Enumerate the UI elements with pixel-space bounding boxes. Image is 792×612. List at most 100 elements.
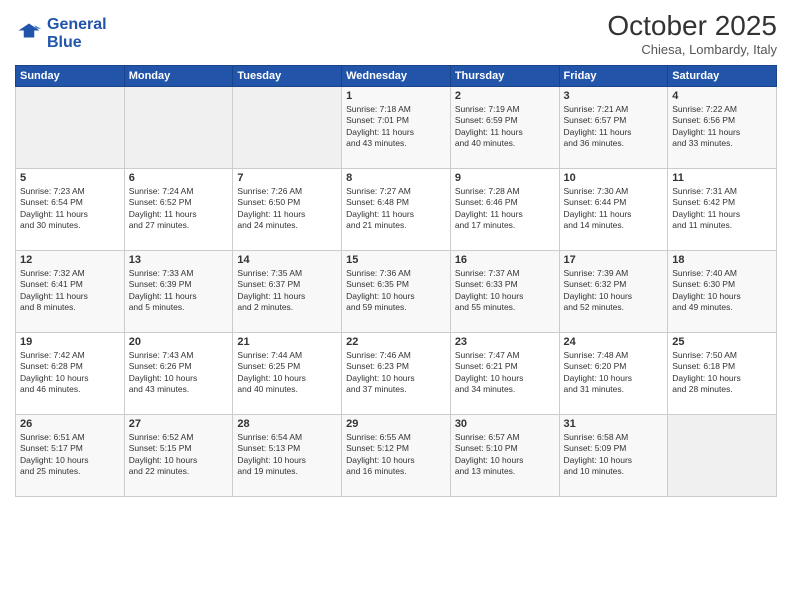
calendar-header-row: Sunday Monday Tuesday Wednesday Thursday…: [16, 66, 777, 87]
calendar-week-row: 5Sunrise: 7:23 AM Sunset: 6:54 PM Daylig…: [16, 169, 777, 251]
calendar-cell: 11 Sunrise: 7:31 AM Sunset: 6:42 PM Dayli…: [668, 169, 777, 251]
calendar-cell: 20 Sunrise: 7:43 AM Sunset: 6:26 PM Dayli…: [124, 333, 233, 415]
day-number: 12: [20, 254, 120, 266]
logo-text: General Blue: [47, 16, 107, 51]
day-number: 17: [564, 254, 664, 266]
day-info: Sunrise: 7:47 AM Sunset: 6:21 PM Dayligh…: [455, 350, 555, 396]
calendar-cell: 4 Sunrise: 7:22 AM Sunset: 6:56 PM Daylig…: [668, 87, 777, 169]
calendar-cell: 12 Sunrise: 7:32 AM Sunset: 6:41 PM Dayli…: [16, 251, 125, 333]
calendar-week-row: 12 Sunrise: 7:32 AM Sunset: 6:41 PM Dayli…: [16, 251, 777, 333]
calendar-cell: 14 Sunrise: 7:35 AM Sunset: 6:37 PM Dayli…: [233, 251, 342, 333]
day-info: Sunrise: 7:35 AM Sunset: 6:37 PM Dayligh…: [237, 268, 337, 314]
calendar-cell: 3 Sunrise: 7:21 AM Sunset: 6:57 PM Daylig…: [559, 87, 668, 169]
day-number: 22: [346, 336, 446, 348]
day-info: Sunrise: 7:30 AM Sunset: 6:44 PM Dayligh…: [564, 186, 664, 232]
col-sunday: Sunday: [16, 66, 125, 87]
day-info: Sunrise: 7:24 AM Sunset: 6:52 PM Dayligh…: [129, 186, 229, 232]
day-number: 10: [564, 172, 664, 184]
day-info: Sunrise: 7:18 AM Sunset: 7:01 PM Dayligh…: [346, 104, 446, 150]
day-info: Sunrise: 7:31 AM Sunset: 6:42 PM Dayligh…: [672, 186, 772, 232]
day-info: Sunrise: 7:28 AM Sunset: 6:46 PM Dayligh…: [455, 186, 555, 232]
calendar-cell: 26Sunrise: 6:51 AM Sunset: 5:17 PM Dayli…: [16, 415, 125, 497]
day-number: 23: [455, 336, 555, 348]
day-info: Sunrise: 7:46 AM Sunset: 6:23 PM Dayligh…: [346, 350, 446, 396]
day-info: Sunrise: 7:40 AM Sunset: 6:30 PM Dayligh…: [672, 268, 772, 314]
day-info: Sunrise: 6:52 AM Sunset: 5:15 PM Dayligh…: [129, 432, 229, 478]
day-info: Sunrise: 6:54 AM Sunset: 5:13 PM Dayligh…: [237, 432, 337, 478]
calendar-cell: 10 Sunrise: 7:30 AM Sunset: 6:44 PM Dayli…: [559, 169, 668, 251]
day-number: 7: [237, 172, 337, 184]
calendar-cell: [668, 415, 777, 497]
col-tuesday: Tuesday: [233, 66, 342, 87]
day-number: 6: [129, 172, 229, 184]
day-info: Sunrise: 6:55 AM Sunset: 5:12 PM Dayligh…: [346, 432, 446, 478]
day-info: Sunrise: 6:57 AM Sunset: 5:10 PM Dayligh…: [455, 432, 555, 478]
month-title: October 2025: [607, 10, 777, 42]
calendar-cell: 21Sunrise: 7:44 AM Sunset: 6:25 PM Dayli…: [233, 333, 342, 415]
calendar-cell: 24Sunrise: 7:48 AM Sunset: 6:20 PM Dayli…: [559, 333, 668, 415]
col-saturday: Saturday: [668, 66, 777, 87]
col-monday: Monday: [124, 66, 233, 87]
logo: General Blue: [15, 16, 107, 51]
day-info: Sunrise: 7:37 AM Sunset: 6:33 PM Dayligh…: [455, 268, 555, 314]
day-number: 31: [564, 418, 664, 430]
day-number: 14: [237, 254, 337, 266]
day-info: Sunrise: 6:51 AM Sunset: 5:17 PM Dayligh…: [20, 432, 120, 478]
calendar-cell: 18 Sunrise: 7:40 AM Sunset: 6:30 PM Dayli…: [668, 251, 777, 333]
calendar-cell: 31Sunrise: 6:58 AM Sunset: 5:09 PM Dayli…: [559, 415, 668, 497]
day-number: 21: [237, 336, 337, 348]
day-number: 8: [346, 172, 446, 184]
col-wednesday: Wednesday: [342, 66, 451, 87]
day-number: 13: [129, 254, 229, 266]
calendar-cell: 9Sunrise: 7:28 AM Sunset: 6:46 PM Daylig…: [450, 169, 559, 251]
day-info: Sunrise: 7:23 AM Sunset: 6:54 PM Dayligh…: [20, 186, 120, 232]
calendar-week-row: 1 Sunrise: 7:18 AM Sunset: 7:01 PM Daylig…: [16, 87, 777, 169]
day-info: Sunrise: 7:27 AM Sunset: 6:48 PM Dayligh…: [346, 186, 446, 232]
day-info: Sunrise: 7:42 AM Sunset: 6:28 PM Dayligh…: [20, 350, 120, 396]
calendar-cell: 1 Sunrise: 7:18 AM Sunset: 7:01 PM Daylig…: [342, 87, 451, 169]
day-number: 11: [672, 172, 772, 184]
calendar-cell: 23 Sunrise: 7:47 AM Sunset: 6:21 PM Dayli…: [450, 333, 559, 415]
day-number: 15: [346, 254, 446, 266]
col-friday: Friday: [559, 66, 668, 87]
col-thursday: Thursday: [450, 66, 559, 87]
day-info: Sunrise: 7:21 AM Sunset: 6:57 PM Dayligh…: [564, 104, 664, 150]
day-info: Sunrise: 7:48 AM Sunset: 6:20 PM Dayligh…: [564, 350, 664, 396]
calendar-cell: 6 Sunrise: 7:24 AM Sunset: 6:52 PM Daylig…: [124, 169, 233, 251]
calendar-cell: 2Sunrise: 7:19 AM Sunset: 6:59 PM Daylig…: [450, 87, 559, 169]
calendar-cell: [16, 87, 125, 169]
calendar-week-row: 19 Sunrise: 7:42 AM Sunset: 6:28 PM Dayli…: [16, 333, 777, 415]
calendar-cell: 27 Sunrise: 6:52 AM Sunset: 5:15 PM Dayli…: [124, 415, 233, 497]
day-number: 19: [20, 336, 120, 348]
day-number: 3: [564, 90, 664, 102]
calendar-page: General Blue October 2025 Chiesa, Lombar…: [0, 0, 792, 612]
day-number: 4: [672, 90, 772, 102]
calendar-cell: 30 Sunrise: 6:57 AM Sunset: 5:10 PM Dayli…: [450, 415, 559, 497]
calendar-cell: 17 Sunrise: 7:39 AM Sunset: 6:32 PM Dayli…: [559, 251, 668, 333]
day-number: 18: [672, 254, 772, 266]
day-number: 30: [455, 418, 555, 430]
calendar-cell: 28Sunrise: 6:54 AM Sunset: 5:13 PM Dayli…: [233, 415, 342, 497]
day-number: 20: [129, 336, 229, 348]
calendar-cell: 8 Sunrise: 7:27 AM Sunset: 6:48 PM Daylig…: [342, 169, 451, 251]
day-info: Sunrise: 7:43 AM Sunset: 6:26 PM Dayligh…: [129, 350, 229, 396]
calendar-cell: 25Sunrise: 7:50 AM Sunset: 6:18 PM Dayli…: [668, 333, 777, 415]
day-number: 27: [129, 418, 229, 430]
calendar-table: Sunday Monday Tuesday Wednesday Thursday…: [15, 65, 777, 497]
day-info: Sunrise: 7:22 AM Sunset: 6:56 PM Dayligh…: [672, 104, 772, 150]
day-info: Sunrise: 7:33 AM Sunset: 6:39 PM Dayligh…: [129, 268, 229, 314]
day-info: Sunrise: 7:32 AM Sunset: 6:41 PM Dayligh…: [20, 268, 120, 314]
calendar-week-row: 26Sunrise: 6:51 AM Sunset: 5:17 PM Dayli…: [16, 415, 777, 497]
calendar-cell: [124, 87, 233, 169]
calendar-cell: 13 Sunrise: 7:33 AM Sunset: 6:39 PM Dayli…: [124, 251, 233, 333]
calendar-cell: 7Sunrise: 7:26 AM Sunset: 6:50 PM Daylig…: [233, 169, 342, 251]
title-block: October 2025 Chiesa, Lombardy, Italy: [607, 10, 777, 57]
day-info: Sunrise: 7:19 AM Sunset: 6:59 PM Dayligh…: [455, 104, 555, 150]
day-number: 1: [346, 90, 446, 102]
day-info: Sunrise: 7:39 AM Sunset: 6:32 PM Dayligh…: [564, 268, 664, 314]
day-info: Sunrise: 7:36 AM Sunset: 6:35 PM Dayligh…: [346, 268, 446, 314]
calendar-cell: 19 Sunrise: 7:42 AM Sunset: 6:28 PM Dayli…: [16, 333, 125, 415]
calendar-cell: 16Sunrise: 7:37 AM Sunset: 6:33 PM Dayli…: [450, 251, 559, 333]
location-subtitle: Chiesa, Lombardy, Italy: [607, 42, 777, 57]
calendar-cell: 15 Sunrise: 7:36 AM Sunset: 6:35 PM Dayli…: [342, 251, 451, 333]
